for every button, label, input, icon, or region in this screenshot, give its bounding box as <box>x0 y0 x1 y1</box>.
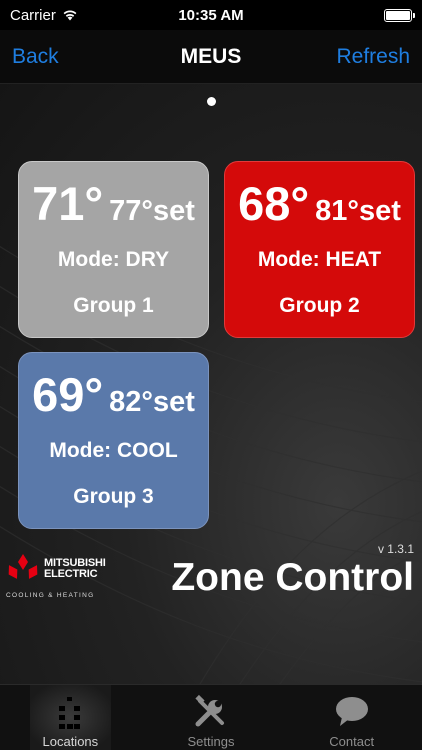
set-temperature: 81°set <box>315 195 401 227</box>
brand-name-line-2: ELECTRIC <box>44 568 98 580</box>
refresh-button[interactable]: Refresh <box>336 45 410 69</box>
current-temperature: 69° <box>32 368 104 421</box>
zone-mode: Mode: COOL <box>49 439 178 462</box>
three-diamonds-icon <box>8 554 38 579</box>
brand-tagline: COOLING & HEATING <box>6 592 95 599</box>
zone-card-group-2[interactable]: 68° 81°set Mode: HEAT Group 2 <box>224 161 415 338</box>
zone-temps: 69° 82°set <box>19 371 208 418</box>
page-indicator-dot <box>207 97 216 106</box>
current-temperature: 71° <box>32 177 104 230</box>
set-temperature: 77°set <box>109 195 195 227</box>
chat-bubble-icon <box>335 697 368 726</box>
set-temperature: 82°set <box>109 386 195 418</box>
zone-mode: Mode: HEAT <box>257 248 382 271</box>
navigation-bar: Back MEUS Refresh <box>0 30 422 84</box>
status-right <box>384 8 415 22</box>
status-bar: Carrier 10:35 AM <box>0 0 422 30</box>
tab-locations[interactable]: Locations <box>0 685 141 750</box>
clock: 10:35 AM <box>178 6 244 24</box>
zone-group-name: Group 2 <box>279 294 360 317</box>
tab-label: Settings <box>187 734 235 749</box>
tab-label: Locations <box>42 734 99 749</box>
zone-group-name: Group 3 <box>73 485 154 508</box>
tab-settings[interactable]: Settings <box>141 685 282 750</box>
zone-card-group-3[interactable]: 69° 82°set Mode: COOL Group 3 <box>18 352 209 529</box>
zone-group-name: Group 1 <box>73 294 154 317</box>
back-button[interactable]: Back <box>12 45 59 69</box>
zone-temps: 68° 81°set <box>225 180 414 227</box>
product-name: Zone Control <box>171 556 414 599</box>
zone-mode: Mode: DRY <box>57 248 170 271</box>
building-icon <box>59 697 81 729</box>
zone-card-group-1[interactable]: 71° 77°set Mode: DRY Group 1 <box>18 161 209 338</box>
current-temperature: 68° <box>238 177 310 230</box>
tools-icon <box>195 694 224 727</box>
battery-icon <box>384 8 415 22</box>
mitsubishi-logo: MITSUBISHI ELECTRIC COOLING & HEATING <box>6 548 114 600</box>
tab-bar: Locations Settings Contact <box>0 684 422 750</box>
app-version: v 1.3.1 <box>377 542 414 556</box>
zone-temps: 71° 77°set <box>19 180 208 227</box>
tab-contact[interactable]: Contact <box>281 685 422 750</box>
tab-label: Contact <box>329 734 375 749</box>
